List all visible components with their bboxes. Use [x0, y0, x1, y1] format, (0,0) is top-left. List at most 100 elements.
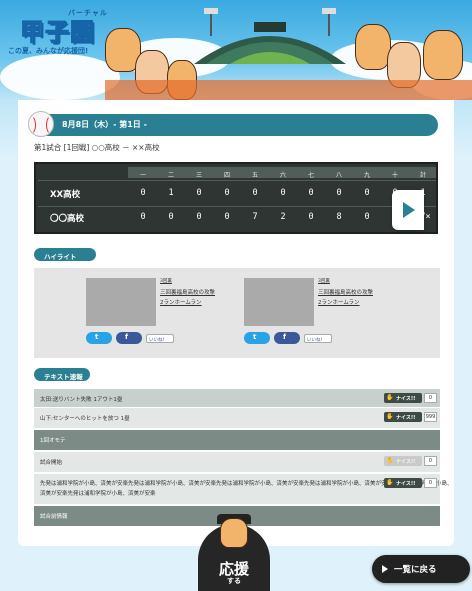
- thumbs-up-icon: ✋: [386, 413, 394, 420]
- twitter-share-button[interactable]: t: [244, 332, 270, 344]
- highlight-carousel: 3回裏 三回裏福島高校の攻撃 2ランホームラン t f いいね！ 3回裏 三回裏…: [34, 268, 440, 358]
- text-live-row: 太田:送りバント失敗 1アウト1塁 ✋ ナイス!! 0: [34, 389, 440, 407]
- score-cell: 0: [168, 212, 174, 222]
- logo-title: 甲子園: [20, 18, 95, 47]
- inning-header-text: 1回オモテ: [40, 438, 66, 444]
- inning-header: 六: [279, 172, 286, 179]
- inning-header: 三: [195, 172, 202, 179]
- like-button[interactable]: いいね！: [146, 334, 174, 343]
- header-banner: バーチャル 甲子園 この夏、みんなが応援団!: [0, 0, 472, 100]
- team-name-home: 〇〇高校: [50, 214, 85, 224]
- text-live-row: 山下:センターへのヒットを放つ 1塁 ✋ ナイス!! 999: [34, 408, 440, 428]
- score-cell: 0: [224, 188, 230, 198]
- facebook-share-button[interactable]: f: [116, 332, 142, 344]
- score-cell: 1: [168, 188, 174, 198]
- nice-label: ナイス!!: [396, 396, 416, 402]
- nice-button-disabled: ✋ ナイス!!: [384, 456, 422, 466]
- score-cell: 0: [336, 188, 342, 198]
- nice-button[interactable]: ✋ ナイス!!: [384, 478, 422, 488]
- back-to-list-button[interactable]: 一覧に戻る: [372, 555, 470, 583]
- score-cell: 0: [308, 188, 314, 198]
- inning-header: 十: [391, 172, 398, 179]
- cheer-button-sublabel: する: [227, 577, 241, 585]
- highlight-inning-link[interactable]: 3回裏: [160, 278, 172, 284]
- text-live-text: 太田:送りバント失敗 1アウト1塁: [40, 397, 123, 403]
- nice-label: ナイス!!: [396, 481, 416, 487]
- nice-count: 0: [424, 456, 437, 466]
- score-cell: 0: [280, 188, 286, 198]
- score-cell: 0: [196, 188, 202, 198]
- twitter-icon: t: [253, 333, 257, 341]
- facebook-icon: f: [125, 333, 129, 341]
- inning-header: 二: [167, 172, 174, 179]
- back-to-list-label: 一覧に戻る: [394, 565, 437, 575]
- inning-header: 七: [307, 172, 314, 179]
- match-card: 8月8日（木）- 第1日 - 第1試合 [1回戦] ○○高校 － ××高校 一 二…: [18, 100, 454, 546]
- twitter-icon: t: [95, 333, 99, 341]
- match-date: 8月8日（木）- 第1日 -: [62, 120, 147, 129]
- site-logo[interactable]: バーチャル 甲子園 この夏、みんなが応援団!: [8, 6, 108, 58]
- text-live-text: 山下:センターへのヒットを放つ 1塁: [40, 416, 130, 422]
- score-cell: 0: [364, 212, 370, 222]
- score-cell: 0: [140, 188, 146, 198]
- text-live-row: 試合開始 ✋ ナイス!! 0: [34, 452, 440, 472]
- team-name-away: XX高校: [50, 190, 81, 200]
- twitter-share-button[interactable]: t: [86, 332, 112, 344]
- score-cell: 0: [140, 212, 146, 222]
- score-cell: 0: [252, 188, 258, 198]
- text-live-text: 試合開始: [40, 460, 63, 466]
- thumbs-up-icon: ✋: [386, 394, 394, 401]
- score-cell: 0: [308, 212, 314, 222]
- like-button[interactable]: いいね！: [304, 334, 332, 343]
- divider: [38, 206, 436, 207]
- highlight-section-label: ハイライト: [34, 248, 96, 261]
- nice-button[interactable]: ✋ ナイス!!: [384, 393, 422, 403]
- inning-header: 九: [363, 172, 370, 179]
- score-cell: 0: [196, 212, 202, 222]
- thumbs-up-icon: ✋: [386, 479, 394, 486]
- nice-label: ナイス!!: [396, 459, 416, 465]
- text-live-row: 先発は浦和学院が小島、済美が安楽先発は浦和学院が小島、済美が安楽先発は浦和学院が…: [34, 474, 453, 504]
- text-live-section-label: テキスト速報: [34, 368, 90, 381]
- game-title: 第1試合 [1回戦] ○○高校 － ××高校: [34, 143, 160, 152]
- highlight-inning-link[interactable]: 3回裏: [318, 278, 330, 284]
- logo-tagline: この夏、みんなが応援団!: [8, 47, 89, 55]
- text-live-text-cont: 済美が安楽先発は浦和学院が小島、済美が安楽: [40, 491, 156, 497]
- highlight-video-thumbnail[interactable]: [86, 278, 156, 326]
- cheer-leader-icon: [220, 518, 248, 548]
- crowd-person: [355, 24, 391, 70]
- nice-button[interactable]: ✋ ナイス!!: [384, 412, 422, 422]
- inning-header: 八: [335, 172, 342, 179]
- date-bar: 8月8日（木）- 第1日 -: [28, 111, 438, 137]
- score-cell: 8: [336, 212, 342, 222]
- nice-count: 999: [424, 412, 437, 422]
- carousel-next-button[interactable]: [392, 190, 424, 230]
- thumbs-up-icon: ✋: [386, 457, 394, 464]
- highlight-desc-link[interactable]: 2ランホームラン: [160, 298, 202, 306]
- inning-header: 計: [419, 172, 426, 179]
- score-cell: 7: [252, 212, 258, 222]
- highlight-desc-link[interactable]: 2ランホームラン: [318, 298, 360, 306]
- score-cell: 2: [280, 212, 286, 222]
- highlight-play-link[interactable]: 三回裏福島高校の攻撃: [160, 288, 215, 296]
- facebook-icon: f: [283, 333, 287, 341]
- crowd-person: [423, 30, 463, 80]
- inning-header: 四: [223, 172, 230, 179]
- crowd-shirts: [105, 80, 472, 100]
- highlight-play-link[interactable]: 三回裏福島高校の攻撃: [318, 288, 373, 296]
- inning-header-row: 1回オモテ: [34, 430, 440, 450]
- score-cell: 0: [364, 188, 370, 198]
- facebook-share-button[interactable]: f: [274, 332, 300, 344]
- nice-count: 0: [424, 393, 437, 403]
- highlight-video-thumbnail[interactable]: [244, 278, 314, 326]
- baseball-icon: [28, 111, 54, 137]
- cheering-crowd-illustration: [105, 20, 472, 100]
- scoreboard: 一二三四五六七八九十計 XX高校 〇〇高校 010000000010000720…: [34, 162, 438, 234]
- inning-header: 一: [139, 172, 146, 179]
- divider: [38, 180, 436, 181]
- nice-count: 0: [424, 478, 437, 488]
- cloud-shape: [0, 54, 120, 100]
- nice-label: ナイス!!: [396, 415, 416, 421]
- inning-header: 五: [251, 172, 258, 179]
- cheer-button[interactable]: 応援 する: [198, 514, 270, 591]
